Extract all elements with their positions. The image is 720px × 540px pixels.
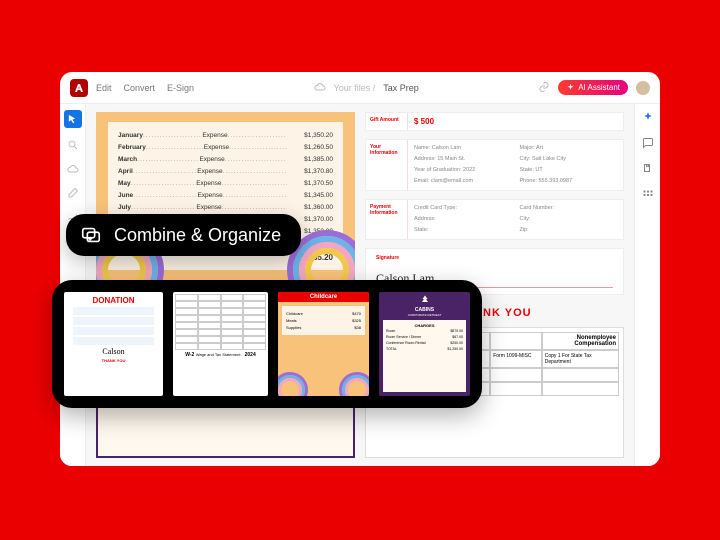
thumb-cabins[interactable]: CABINS CORPORATE RETREAT CHARGES Room$87… <box>379 292 470 396</box>
pay-cc: Credit Card Type: <box>414 204 512 213</box>
thumb-childcare-title: Childcare <box>278 292 369 302</box>
combine-icon <box>80 224 102 246</box>
info-email: Email: clam@email.com <box>414 177 512 186</box>
info-city: City: Salt Lake City <box>520 155 618 164</box>
breadcrumb[interactable]: Tax Prep <box>383 83 419 93</box>
childcare-line: Childcare$470 <box>286 310 361 317</box>
expense-row: April..........................Expense..… <box>118 166 333 178</box>
avatar[interactable] <box>636 81 650 95</box>
info-major: Major: Art <box>520 144 618 153</box>
gift-card[interactable]: Gift Amount $ 500 <box>365 112 624 131</box>
menu-edit[interactable]: Edit <box>96 83 112 93</box>
thumb-donation-footer: THANK YOU <box>102 358 126 363</box>
right-rail <box>634 104 660 466</box>
erase-tool-icon[interactable] <box>66 186 80 200</box>
comment-icon[interactable] <box>641 136 655 150</box>
expense-row: February..........................Expens… <box>118 142 333 154</box>
menu-convert[interactable]: Convert <box>124 83 156 93</box>
sparkle-icon[interactable] <box>641 110 655 124</box>
childcare-line: Supplies$38 <box>286 324 361 331</box>
pay-num: Card Number: <box>520 204 618 213</box>
info-year: Year of Graduation: 2022 <box>414 166 512 175</box>
gift-value: $ 500 <box>414 117 512 126</box>
signature-label: Signature <box>376 255 613 261</box>
cloud-icon <box>314 81 326 95</box>
bookmark-icon[interactable] <box>641 162 655 176</box>
expense-row: May..........................Expense....… <box>118 178 333 190</box>
cabins-charge-row: TOTAL$1,250.00 <box>386 346 463 352</box>
combine-organize-pill: Combine & Organize <box>66 214 301 256</box>
expense-row: March..........................Expense..… <box>118 154 333 166</box>
cloud-tool-icon[interactable] <box>66 162 80 176</box>
pointer-tool-icon[interactable] <box>64 110 82 128</box>
ai-assistant-label: AI Assistant <box>578 83 620 92</box>
thumb-tray: DONATION Calson THANK YOU W-2 Wage and T… <box>52 280 482 408</box>
zoom-tool-icon[interactable] <box>66 138 80 152</box>
info-state: State: UT <box>520 166 618 175</box>
childcare-line: Meals$325 <box>286 317 361 324</box>
thumb-donation[interactable]: DONATION Calson THANK YOU <box>64 292 163 396</box>
pay-zip: Zip: <box>520 226 618 235</box>
pay-addr: Address: <box>414 215 512 224</box>
info-phone: Phone: 555.393.0987 <box>520 177 618 186</box>
expense-row: June..........................Expense...… <box>118 190 333 202</box>
pay-city: City: <box>520 215 618 224</box>
main-menu: Edit Convert E-Sign <box>96 83 194 93</box>
info-label: Your Information <box>366 140 408 190</box>
thumb-donation-sig: Calson <box>102 347 124 356</box>
1099-title: Nonemployee Compensation <box>542 332 619 350</box>
info-addr: Address: 15 Main St. <box>414 155 512 164</box>
thumb-w2-year: 2024 <box>245 352 256 358</box>
thumb-w2-sub: Wage and Tax Statement <box>196 352 241 357</box>
info-name: Name: Calson Lam <box>414 144 512 153</box>
thumb-w2-label: W-2 <box>185 352 194 358</box>
grid-icon[interactable] <box>641 188 655 202</box>
gift-label: Gift Amount <box>366 113 408 130</box>
pay-state: State: <box>414 226 512 235</box>
thumb-childcare[interactable]: Childcare Childcare$470Meals$325Supplies… <box>278 292 369 396</box>
info-card[interactable]: Your Information Name: Calson Lam Major:… <box>365 139 624 191</box>
1099-copy: Copy 1 For State Tax Department <box>542 350 619 368</box>
payment-label: Payment Information <box>366 200 408 239</box>
yourfiles-label: Your files / <box>334 83 376 93</box>
acrobat-logo <box>70 79 88 97</box>
payment-card[interactable]: Payment Information Credit Card Type: Ca… <box>365 199 624 240</box>
combine-organize-label: Combine & Organize <box>114 225 281 246</box>
topbar: Edit Convert E-Sign Your files / Tax Pre… <box>60 72 660 104</box>
menu-esign[interactable]: E-Sign <box>167 83 194 93</box>
expense-row: January..........................Expense… <box>118 130 333 142</box>
thumb-w2[interactable]: W-2 Wage and Tax Statement 2024 <box>173 292 268 396</box>
thumb-cabins-sub: CORPORATE RETREAT <box>382 313 467 317</box>
expense-row: July..........................Expense...… <box>118 202 333 214</box>
ai-assistant-button[interactable]: AI Assistant <box>558 80 628 95</box>
thumb-donation-title: DONATION <box>92 296 134 305</box>
cabins-tree-icon <box>419 295 431 305</box>
link-icon[interactable] <box>538 81 550 95</box>
1099-form: Form 1099-MISC <box>490 350 542 368</box>
